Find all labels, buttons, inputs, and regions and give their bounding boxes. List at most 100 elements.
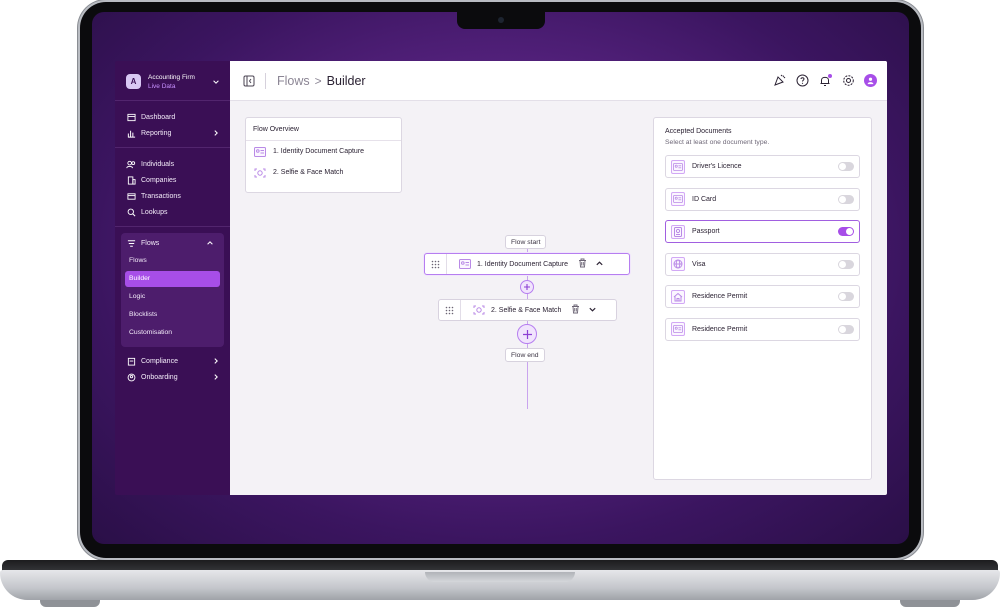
org-mode: Live Data [148, 82, 176, 90]
house-icon [671, 289, 685, 304]
flow-overview-item[interactable]: 1. Identity Document Capture [246, 141, 401, 162]
chevron-up-icon[interactable] [595, 259, 604, 270]
main-content: Flows > Builder Flow Overview 1. Identit… [230, 61, 887, 495]
user-avatar[interactable] [864, 74, 877, 87]
flow-end-pill: Flow end [505, 348, 545, 362]
document-label: ID Card [692, 195, 717, 203]
nav-group-main: Dashboard Reporting [115, 101, 230, 148]
document-row-visa[interactable]: Visa [665, 252, 860, 276]
sidebar-item-individuals[interactable]: Individuals [115, 156, 230, 172]
sidebar-item-lookups[interactable]: Lookups [115, 204, 230, 220]
sidebar-item-transactions[interactable]: Transactions [115, 188, 230, 204]
breadcrumb-divider [265, 72, 266, 89]
document-row-drivers-licence[interactable]: Driver's Licence [665, 155, 860, 178]
sidebar-collapse-icon[interactable] [242, 74, 256, 88]
onboarding-icon [126, 372, 136, 382]
breadcrumb-root[interactable]: Flows [277, 74, 310, 88]
sidebar-item-label: Onboarding [141, 373, 178, 381]
document-label: Passport [692, 228, 720, 235]
gear-icon[interactable] [841, 74, 855, 88]
sidebar-item-companies[interactable]: Companies [115, 172, 230, 188]
laptop-foot-left [40, 600, 100, 607]
document-toggle[interactable] [838, 324, 854, 334]
sidebar-item-onboarding[interactable]: Onboarding [115, 369, 230, 385]
sidebar-item-reporting[interactable]: Reporting [115, 125, 230, 141]
flow-overview-item[interactable]: 2. Selfie & Face Match [246, 162, 401, 183]
breadcrumb: Flows > Builder [242, 72, 764, 89]
flow-overview-item-label: 1. Identity Document Capture [273, 148, 365, 155]
notification-dot [828, 73, 832, 78]
help-icon[interactable] [795, 74, 809, 88]
sidebar-item-label: Lookups [141, 208, 168, 216]
id-card-icon [459, 259, 471, 269]
document-toggle[interactable] [838, 292, 854, 301]
nav-group-records: Individuals Companies Transactions Looku… [115, 148, 230, 227]
camera-icon [498, 17, 504, 23]
trash-icon[interactable] [571, 304, 580, 316]
search-icon [126, 207, 136, 217]
sidebar-item-label: Reporting [141, 129, 172, 137]
flow-overview-item-label: 2. Selfie & Face Match [273, 169, 344, 176]
sidebar-item-compliance[interactable]: Compliance [115, 353, 230, 369]
document-row-id-card[interactable]: ID Card [665, 187, 860, 211]
trash-icon[interactable] [578, 258, 587, 270]
add-step-button[interactable] [517, 324, 537, 344]
breadcrumb-separator: > [314, 73, 322, 88]
chevron-right-icon [214, 374, 218, 380]
id-card-icon [671, 192, 685, 206]
flow-step-label: 1. Identity Document Capture [477, 260, 569, 268]
dashboard-icon [126, 112, 136, 122]
document-row-residence-permit-2[interactable]: Residence Permit [665, 317, 860, 341]
org-name: Accounting Firm [148, 73, 195, 81]
sidebar-subitem-customisation[interactable]: Customisation [125, 325, 220, 341]
id-card-icon [671, 159, 685, 174]
building-icon [126, 175, 136, 185]
document-toggle[interactable] [838, 194, 854, 204]
sidebar-subitem-flows[interactable]: Flows [125, 253, 220, 269]
top-bar: Flows > Builder [230, 61, 887, 101]
document-toggle[interactable] [838, 162, 854, 171]
document-toggle[interactable] [838, 227, 854, 236]
document-row-passport[interactable]: Passport [665, 220, 860, 243]
id-card-icon [254, 146, 266, 157]
globe-icon [671, 257, 685, 271]
face-scan-icon [254, 168, 266, 178]
sidebar-subitem-builder[interactable]: Builder [125, 271, 220, 287]
page-title: Builder [326, 73, 366, 88]
party-popper-icon[interactable] [772, 74, 786, 88]
flow-start-pill: Flow start [505, 235, 547, 249]
laptop-thumb-notch [425, 572, 575, 582]
sidebar-subitem-logic[interactable]: Logic [125, 289, 220, 305]
sidebar-item-dashboard[interactable]: Dashboard [115, 109, 230, 125]
document-label: Visa [692, 260, 706, 268]
face-scan-icon [473, 305, 485, 315]
document-row-residence-permit[interactable]: Residence Permit [665, 285, 860, 308]
sidebar: A Accounting Firm Live Data Dashboard Re… [115, 61, 230, 495]
chevron-up-icon [207, 241, 213, 245]
org-switcher[interactable]: A Accounting Firm Live Data [115, 61, 230, 101]
chevron-down-icon [213, 79, 219, 84]
clipboard-icon [126, 356, 136, 366]
passport-icon [671, 224, 685, 239]
sidebar-item-label: Flows [141, 239, 160, 247]
flow-step-identity-capture[interactable]: 1. Identity Document Capture [424, 253, 630, 275]
sidebar-subitem-blocklists[interactable]: Blocklists [125, 307, 220, 323]
bell-icon[interactable] [818, 73, 832, 88]
flows-icon [126, 238, 136, 248]
flow-step-selfie-face-match[interactable]: 2. Selfie & Face Match [438, 299, 617, 321]
drag-handle-icon[interactable] [439, 300, 461, 320]
chevron-down-icon[interactable] [588, 305, 597, 316]
transactions-icon [126, 191, 136, 201]
sidebar-item-flows[interactable]: Flows [121, 235, 224, 251]
camera-notch [457, 12, 545, 29]
document-toggle[interactable] [838, 259, 854, 269]
sidebar-item-label: Transactions [141, 192, 181, 200]
laptop-foot-right [900, 600, 960, 607]
drag-handle-icon[interactable] [425, 254, 447, 274]
sidebar-flows-section: Flows Flows Builder Logic Blocklists Cus… [121, 233, 224, 347]
bar-chart-icon [126, 128, 136, 138]
plus-icon [524, 284, 530, 290]
add-step-button[interactable] [520, 280, 534, 294]
flow-overview-title: Flow Overview [246, 118, 401, 141]
id-card-icon [671, 322, 685, 336]
